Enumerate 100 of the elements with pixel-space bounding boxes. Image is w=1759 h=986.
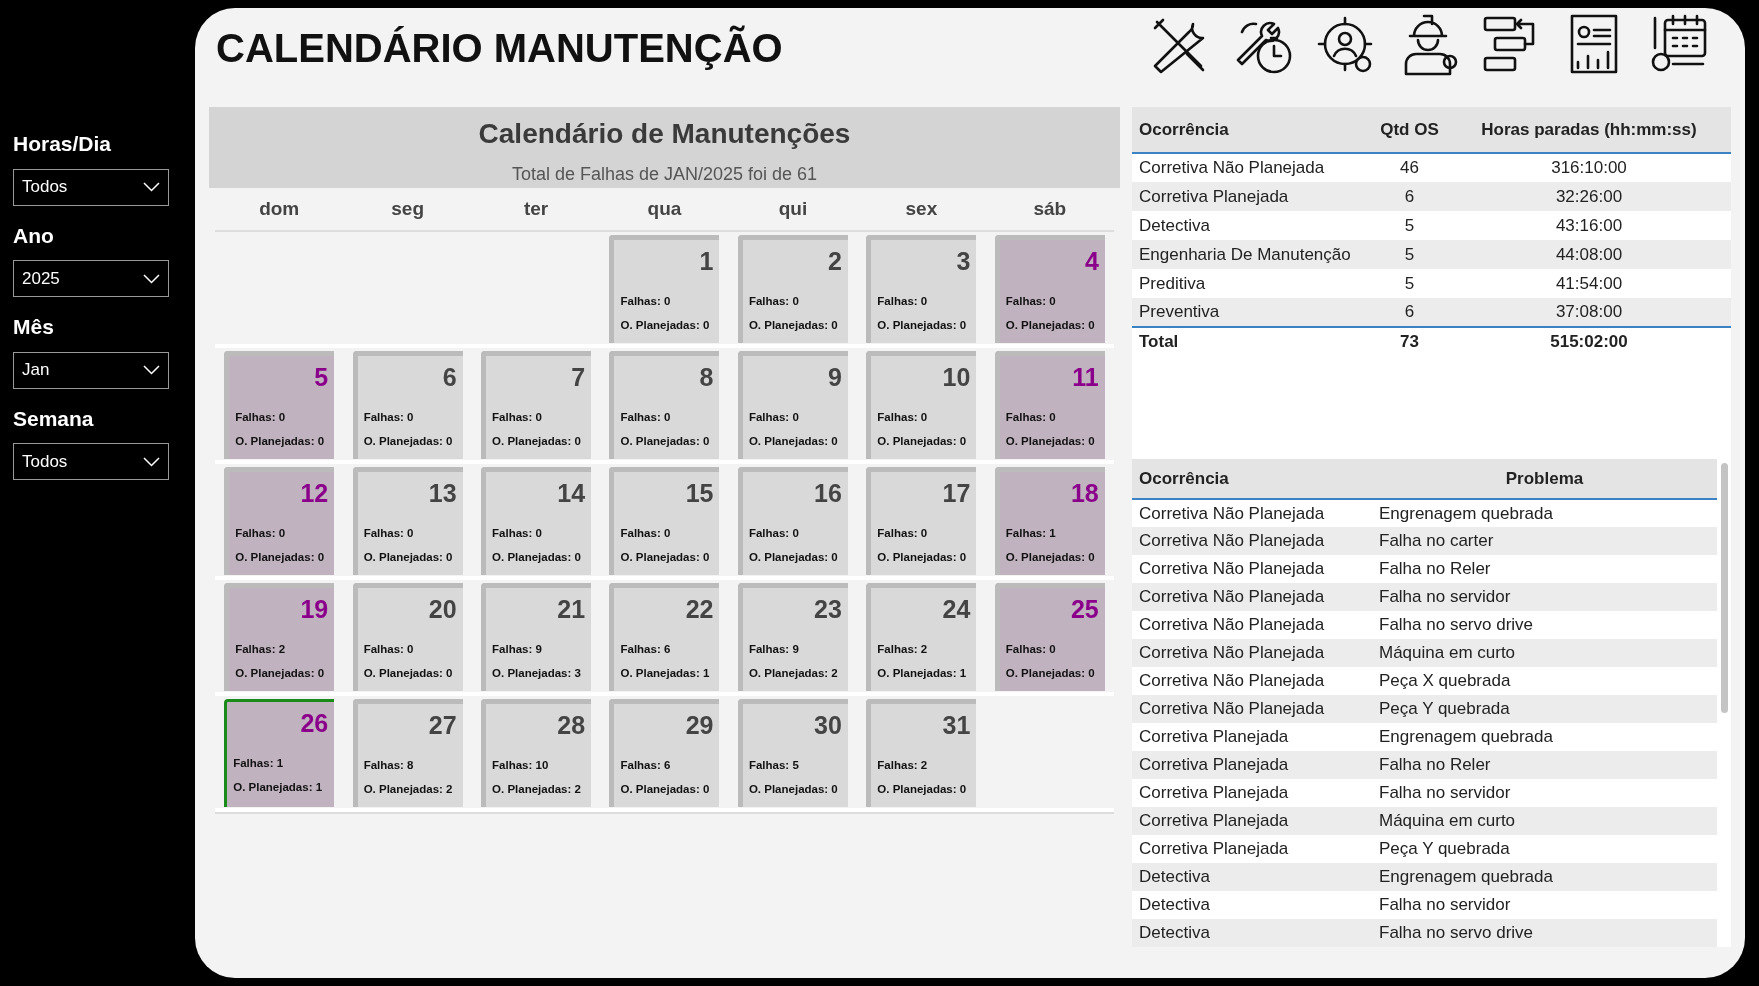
day-card[interactable]: 6 Falhas: 0 O. Planejadas: 0	[352, 351, 463, 459]
day-card[interactable]: 20 Falhas: 0 O. Planejadas: 0	[352, 583, 463, 691]
day-number: 15	[685, 478, 714, 509]
scrollbar[interactable]	[1720, 463, 1728, 713]
day-number: 20	[428, 594, 457, 625]
filter-label: Horas/Dia	[13, 131, 113, 157]
day-number: 12	[300, 478, 329, 509]
planned-count: O. Planejadas: 0	[748, 549, 839, 565]
planned-count: O. Planejadas: 0	[1005, 665, 1096, 681]
planned-count: O. Planejadas: 2	[492, 781, 582, 797]
table-cell: Detectiva	[1132, 211, 1372, 240]
weekday-label: sex	[905, 196, 938, 221]
day-number: 28	[557, 710, 586, 741]
failures-count: Falhas: 0	[620, 409, 672, 425]
table-cell: Detectiva	[1132, 863, 1372, 891]
failures-count: Falhas: 0	[1005, 293, 1057, 309]
day-card[interactable]: 24 Falhas: 2 O. Planejadas: 1	[866, 583, 977, 691]
table-cell: 5	[1372, 211, 1447, 240]
table-cell: Corretiva Não Planejada	[1132, 639, 1372, 667]
day-number: 17	[942, 478, 971, 509]
failures-count: Falhas: 0	[363, 641, 415, 657]
failures-count: Falhas: 6	[620, 641, 672, 657]
day-card[interactable]: 30 Falhas: 5 O. Planejadas: 0	[737, 699, 848, 807]
day-number: 30	[814, 710, 842, 741]
day-number: 25	[1070, 594, 1099, 625]
day-card[interactable]: 2 Falhas: 0 O. Planejadas: 0	[737, 235, 848, 343]
dropdown[interactable]: Todos	[13, 443, 169, 480]
table-cell: Corretiva Planejada	[1132, 751, 1372, 779]
weekday-label: sáb	[1033, 196, 1067, 221]
table-cell: Corretiva Planejada	[1132, 723, 1372, 751]
planned-count: O. Planejadas: 0	[235, 665, 326, 681]
failures-count: Falhas: 0	[877, 293, 929, 309]
table-cell: Corretiva Não Planejada	[1132, 499, 1372, 527]
day-card[interactable]: 3 Falhas: 0 O. Planejadas: 0	[866, 235, 977, 343]
day-card[interactable]: 9 Falhas: 0 O. Planejadas: 0	[737, 351, 848, 459]
day-card[interactable]: 28 Falhas: 10 O. Planejadas: 2	[481, 699, 592, 807]
failures-count: Falhas: 6	[620, 757, 672, 773]
day-number: 26	[300, 708, 329, 739]
table-cell: Falha no servidor	[1372, 583, 1717, 611]
day-card[interactable]: 12 Falhas: 0 O. Planejadas: 0	[224, 467, 335, 575]
day-card[interactable]: 27 Falhas: 8 O. Planejadas: 2	[352, 699, 463, 807]
day-card[interactable]: 21 Falhas: 9 O. Planejadas: 3	[481, 583, 592, 691]
planned-count: O. Planejadas: 0	[492, 433, 582, 449]
table-cell: Corretiva Não Planejada	[1132, 695, 1372, 723]
table-cell: Corretiva Não Planejada	[1132, 611, 1372, 639]
day-card[interactable]: 14 Falhas: 0 O. Planejadas: 0	[481, 467, 592, 575]
total-cell: 515:02:00	[1447, 327, 1731, 355]
day-card[interactable]: 16 Falhas: 0 O. Planejadas: 0	[737, 467, 848, 575]
planned-count: O. Planejadas: 0	[877, 781, 968, 797]
chevron-down-icon	[143, 365, 160, 375]
failures-count: Falhas: 2	[877, 641, 929, 657]
table-cell: Corretiva Planejada	[1132, 835, 1372, 863]
planned-count: O. Planejadas: 0	[620, 549, 711, 565]
day-card[interactable]: 29 Falhas: 6 O. Planejadas: 0	[609, 699, 720, 807]
day-number: 6	[442, 362, 457, 393]
failures-count: Falhas: 0	[620, 293, 672, 309]
dropdown[interactable]: Jan	[13, 351, 169, 389]
failures-count: Falhas: 0	[748, 293, 800, 309]
filter-label: Semana	[13, 405, 95, 432]
day-number: 11	[1072, 362, 1099, 393]
failures-count: Falhas: 0	[620, 525, 672, 541]
day-card[interactable]: 1 Falhas: 0 O. Planejadas: 0	[609, 235, 720, 343]
day-card[interactable]: 4 Falhas: 0 O. Planejadas: 0	[994, 235, 1105, 343]
day-number: 14	[557, 478, 586, 509]
day-number: 27	[428, 710, 457, 741]
day-card[interactable]: 31 Falhas: 2 O. Planejadas: 0	[866, 699, 977, 807]
failures-count: Falhas: 5	[748, 757, 800, 773]
day-number: 10	[942, 362, 971, 393]
day-card[interactable]: 25 Falhas: 0 O. Planejadas: 0	[994, 583, 1105, 691]
day-card[interactable]: 15 Falhas: 0 O. Planejadas: 0	[609, 467, 720, 575]
day-card[interactable]: 23 Falhas: 9 O. Planejadas: 2	[737, 583, 848, 691]
table-cell: Peça Y quebrada	[1372, 695, 1717, 723]
day-card[interactable]: 11 Falhas: 0 O. Planejadas: 0	[994, 351, 1105, 459]
day-card[interactable]: 5 Falhas: 0 O. Planejadas: 0	[224, 351, 335, 459]
day-card[interactable]: 8 Falhas: 0 O. Planejadas: 0	[609, 351, 720, 459]
dropdown[interactable]: Todos	[13, 168, 169, 206]
day-card[interactable]: 7 Falhas: 0 O. Planejadas: 0	[481, 351, 592, 459]
table-cell: Falha no Reler	[1372, 751, 1717, 779]
dropdown[interactable]: 2025	[13, 260, 169, 297]
planned-count: O. Planejadas: 1	[233, 779, 324, 795]
day-card[interactable]: 22 Falhas: 6 O. Planejadas: 1	[609, 583, 720, 691]
column-header: Problema	[1372, 459, 1717, 499]
day-card[interactable]: 17 Falhas: 0 O. Planejadas: 0	[866, 467, 977, 575]
day-number: 29	[685, 710, 714, 741]
failures-count: Falhas: 0	[492, 409, 543, 425]
table-cell: Peça Y quebrada	[1372, 835, 1717, 863]
table-cell: Peça X quebrada	[1372, 667, 1717, 695]
day-card[interactable]: 13 Falhas: 0 O. Planejadas: 0	[352, 467, 463, 575]
table-cell: Engenharia De Manutenção	[1132, 240, 1372, 269]
day-number: 8	[699, 362, 714, 393]
day-card[interactable]: 19 Falhas: 2 O. Planejadas: 0	[224, 583, 335, 691]
planned-count: O. Planejadas: 0	[620, 781, 711, 797]
planned-count: O. Planejadas: 0	[1005, 317, 1096, 333]
day-card[interactable]: 26 Falhas: 1 O. Planejadas: 1	[224, 699, 335, 807]
planned-count: O. Planejadas: 3	[492, 665, 582, 681]
day-card[interactable]: 18 Falhas: 1 O. Planejadas: 0	[994, 467, 1105, 575]
planned-count: O. Planejadas: 2	[748, 665, 839, 681]
planned-count: O. Planejadas: 0	[877, 433, 968, 449]
chevron-down-icon	[143, 456, 160, 467]
day-card[interactable]: 10 Falhas: 0 O. Planejadas: 0	[866, 351, 977, 459]
